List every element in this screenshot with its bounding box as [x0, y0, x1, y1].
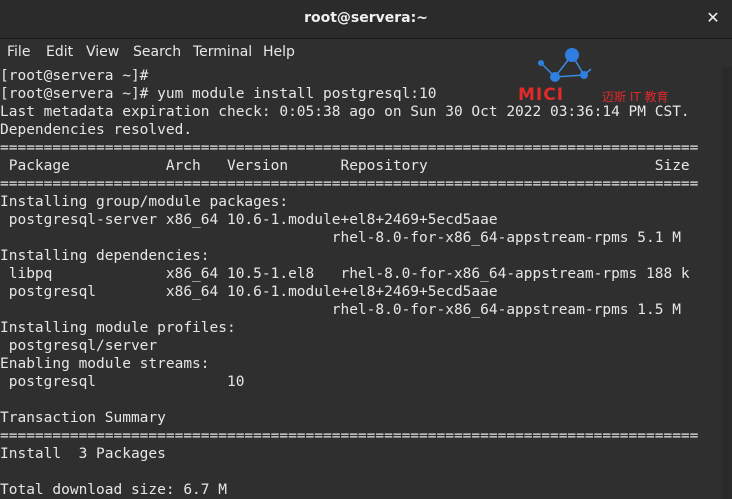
- terminal-line: rhel-8.0-for-x86_64-appstream-rpms 1.5 M: [0, 302, 681, 318]
- terminal-line: [root@servera ~]# yum module install pos…: [0, 86, 437, 102]
- terminal-line: postgresql/server: [0, 338, 158, 354]
- menu-terminal[interactable]: Terminal: [193, 44, 252, 60]
- terminal-line: Transaction Summary: [0, 410, 166, 426]
- separator-line: ========================================…: [0, 428, 699, 444]
- terminal-line: Last metadata expiration check: 0:05:38 …: [0, 104, 690, 120]
- watermark-logo: MICI 迈斯 IT 教育: [515, 43, 695, 105]
- terminal-line: Installing module profiles:: [0, 320, 236, 336]
- terminal-line: libpq x86_64 10.5-1.el8 rhel-8.0-for-x86…: [0, 266, 690, 282]
- terminal-line: Dependencies resolved.: [0, 122, 193, 138]
- menu-view[interactable]: View: [86, 44, 119, 60]
- separator-line: ========================================…: [0, 176, 699, 192]
- close-icon[interactable]: ✕: [704, 9, 722, 27]
- terminal-line: Enabling module streams:: [0, 356, 210, 372]
- menu-file[interactable]: File: [7, 44, 30, 60]
- window-title: root@servera:~: [304, 10, 428, 26]
- terminal-line: [root@servera ~]#: [0, 68, 149, 84]
- table-header: Package Arch Version Repository Size: [0, 158, 690, 174]
- terminal-line: rhel-8.0-for-x86_64-appstream-rpms 5.1 M: [0, 230, 681, 246]
- terminal-line: postgresql x86_64 10.6-1.module+el8+2469…: [0, 284, 498, 300]
- terminal-line: Total download size: 6.7 M: [0, 482, 227, 498]
- terminal-line: postgresql 10: [0, 374, 245, 390]
- window-titlebar: root@servera:~ ✕: [0, 0, 732, 39]
- separator-line: ========================================…: [0, 140, 699, 156]
- scrollbar[interactable]: [722, 67, 732, 499]
- terminal-line: Install 3 Packages: [0, 446, 166, 462]
- logo-tagline: 迈斯 IT 教育: [602, 90, 669, 104]
- molecule-icon: [538, 48, 592, 82]
- terminal-line: Installing group/module packages:: [0, 194, 289, 210]
- menu-edit[interactable]: Edit: [46, 44, 73, 60]
- menu-help[interactable]: Help: [263, 44, 295, 60]
- menu-search[interactable]: Search: [133, 44, 181, 60]
- logo-brand: MICI: [518, 85, 565, 105]
- terminal-line: Installing dependencies:: [0, 248, 210, 264]
- terminal-output[interactable]: [root@servera ~]# [root@servera ~]# yum …: [0, 67, 722, 499]
- terminal-line: postgresql-server x86_64 10.6-1.module+e…: [0, 212, 498, 228]
